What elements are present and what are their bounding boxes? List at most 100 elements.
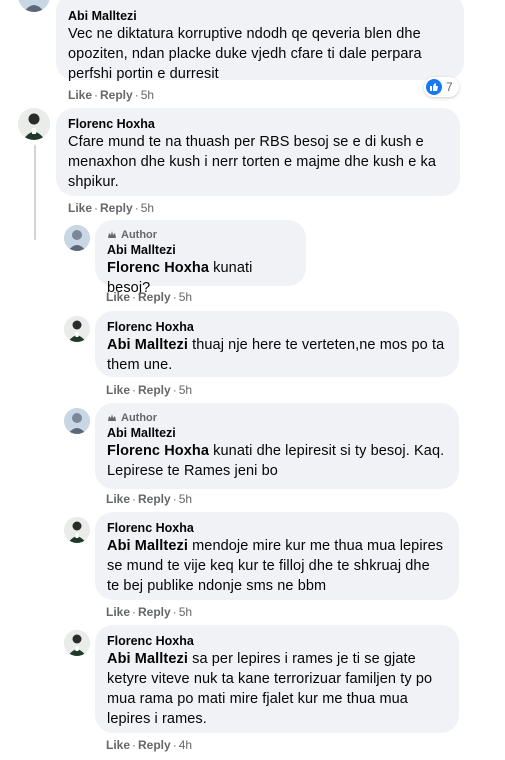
comment-actions: Like · Reply · 5h <box>106 289 192 305</box>
timestamp[interactable]: 4h <box>179 738 192 752</box>
comment-actions: Like · Reply · 5h <box>68 200 154 216</box>
comment-author[interactable]: Florenc Hoxha <box>68 116 448 132</box>
like-button[interactable]: Like <box>106 738 130 752</box>
like-button[interactable]: Like <box>106 605 130 619</box>
comment-author[interactable]: Florenc Hoxha <box>107 633 447 649</box>
comment-text: Abi Malltezi sa per lepires i rames je t… <box>107 649 447 729</box>
comment-author[interactable]: Abi Malltezi <box>107 242 294 258</box>
separator: · <box>132 290 137 304</box>
comment-author[interactable]: Florenc Hoxha <box>107 520 447 536</box>
reaction-number: 7 <box>446 80 453 94</box>
timestamp[interactable]: 5h <box>141 88 154 102</box>
separator: · <box>132 383 137 397</box>
comment-line: Cfare mund te na thuash per RBS besoj se… <box>68 134 424 150</box>
comment-line: thuaj nje here te verteten,ne mos po ta <box>187 337 445 353</box>
mention-link[interactable]: Abi Malltezi <box>107 337 188 353</box>
avatar[interactable] <box>64 408 90 434</box>
timestamp[interactable]: 5h <box>141 201 154 215</box>
reply-button[interactable]: Reply <box>138 738 171 752</box>
comment-text: Cfare mund te na thuash per RBS besoj se… <box>68 132 448 192</box>
comment-line: mua rama po mati mire fjalet kur me thua… <box>107 691 408 707</box>
avatar[interactable] <box>18 108 50 140</box>
comment-line: perfshi portin e durresit <box>68 66 219 82</box>
separator: · <box>134 201 139 215</box>
timestamp[interactable]: 5h <box>179 492 192 506</box>
separator: · <box>94 88 99 102</box>
comment-bubble: Florenc Hoxha Abi Malltezi mendoje mire … <box>95 512 459 600</box>
separator: · <box>134 88 139 102</box>
comment-line: kunati dhe lepiresit si ty besoj. Kaq. <box>209 443 445 459</box>
comment-line: lepires i rames. <box>107 711 207 727</box>
mention-link[interactable]: Florenc Hoxha <box>107 443 209 459</box>
comment-line: Lepirese te Rames jeni bo <box>107 463 278 479</box>
comment-bubble: Author Abi Malltezi Florenc Hoxha kunati… <box>95 220 306 296</box>
separator: · <box>172 383 177 397</box>
thread-line <box>34 145 36 240</box>
reaction-count[interactable]: 7 <box>424 77 459 97</box>
comment-author[interactable]: Abi Malltezi <box>68 8 452 24</box>
comment-text: Vec ne diktatura korruptive ndodh qe qev… <box>68 24 452 84</box>
comment-author[interactable]: Florenc Hoxha <box>107 319 447 335</box>
reply-button[interactable]: Reply <box>138 492 171 506</box>
avatar[interactable] <box>64 225 90 251</box>
comment-line: mendoje mire kur me thua mua lepires <box>187 538 444 554</box>
reply-button[interactable]: Reply <box>100 88 133 102</box>
avatar[interactable] <box>64 316 90 342</box>
avatar[interactable] <box>18 0 50 12</box>
comment-actions: Like · Reply · 4h <box>106 737 192 753</box>
comment-bubble: Florenc Hoxha Abi Malltezi thuaj nje her… <box>95 311 459 377</box>
separator: · <box>132 492 137 506</box>
reply-button[interactable]: Reply <box>100 201 133 215</box>
comment-bubble: Florenc Hoxha Cfare mund te na thuash pe… <box>56 108 460 196</box>
comment-line: Vec ne diktatura korruptive ndodh qe qev… <box>68 26 421 42</box>
separator: · <box>172 492 177 506</box>
comment-line: te bej publike ndonje sms ne bbm <box>107 578 327 594</box>
comment-text: Florenc Hoxha kunati dhe lepiresit si ty… <box>107 441 447 481</box>
comment-line: se mund te vije keq kur te filloj dhe te… <box>107 558 430 574</box>
author-badge-icon <box>108 231 116 238</box>
reply-button[interactable]: Reply <box>138 290 171 304</box>
comment-bubble: Abi Malltezi Vec ne diktatura korruptive… <box>56 0 464 82</box>
like-reaction-icon <box>426 79 442 95</box>
separator: · <box>132 738 137 752</box>
avatar[interactable] <box>64 630 90 656</box>
mention-link[interactable]: Florenc Hoxha <box>107 260 209 276</box>
like-button[interactable]: Like <box>68 201 92 215</box>
comment-line: them une. <box>107 357 173 373</box>
like-button[interactable]: Like <box>106 290 130 304</box>
separator: · <box>172 290 177 304</box>
separator: · <box>132 605 137 619</box>
timestamp[interactable]: 5h <box>179 605 192 619</box>
comment-line: opoziten, ndan placke duke vjedh cfare t… <box>68 46 422 62</box>
author-badge-icon <box>108 414 116 421</box>
comment-text: Abi Malltezi thuaj nje here te verteten,… <box>107 335 447 375</box>
comment-author[interactable]: Abi Malltezi <box>107 425 447 441</box>
like-button[interactable]: Like <box>68 88 92 102</box>
mention-link[interactable]: Abi Malltezi <box>107 538 188 554</box>
comment-actions: Like · Reply · 5h <box>106 604 192 620</box>
timestamp[interactable]: 5h <box>179 383 192 397</box>
comment-actions: Like · Reply · 5h <box>106 382 192 398</box>
reply-button[interactable]: Reply <box>138 383 171 397</box>
mention-link[interactable]: Abi Malltezi <box>107 651 188 667</box>
avatar[interactable] <box>64 517 90 543</box>
reply-button[interactable]: Reply <box>138 605 171 619</box>
comment-line: ketyre viteve nuk ta kane terrorizuar fa… <box>107 671 433 687</box>
comment-bubble: Florenc Hoxha Abi Malltezi sa per lepire… <box>95 625 459 733</box>
separator: · <box>172 605 177 619</box>
comment-bubble: Author Abi Malltezi Florenc Hoxha kunati… <box>95 403 459 489</box>
author-badge-label: Author <box>121 229 158 241</box>
comment-line: shpikur. <box>68 174 119 190</box>
comment-actions: Like · Reply · 5h <box>68 87 154 103</box>
comment-line: sa per lepires i rames je ti se gjate <box>187 651 416 667</box>
separator: · <box>172 738 177 752</box>
timestamp[interactable]: 5h <box>179 290 192 304</box>
author-badge-label: Author <box>121 412 158 424</box>
author-badge: Author <box>107 411 447 425</box>
comment-text: Abi Malltezi mendoje mire kur me thua mu… <box>107 536 447 596</box>
like-button[interactable]: Like <box>106 383 130 397</box>
separator: · <box>94 201 99 215</box>
like-button[interactable]: Like <box>106 492 130 506</box>
comment-line: menaxhon dhe kush i nerr torten e majme … <box>68 154 437 170</box>
comment-actions: Like · Reply · 5h <box>106 491 192 507</box>
